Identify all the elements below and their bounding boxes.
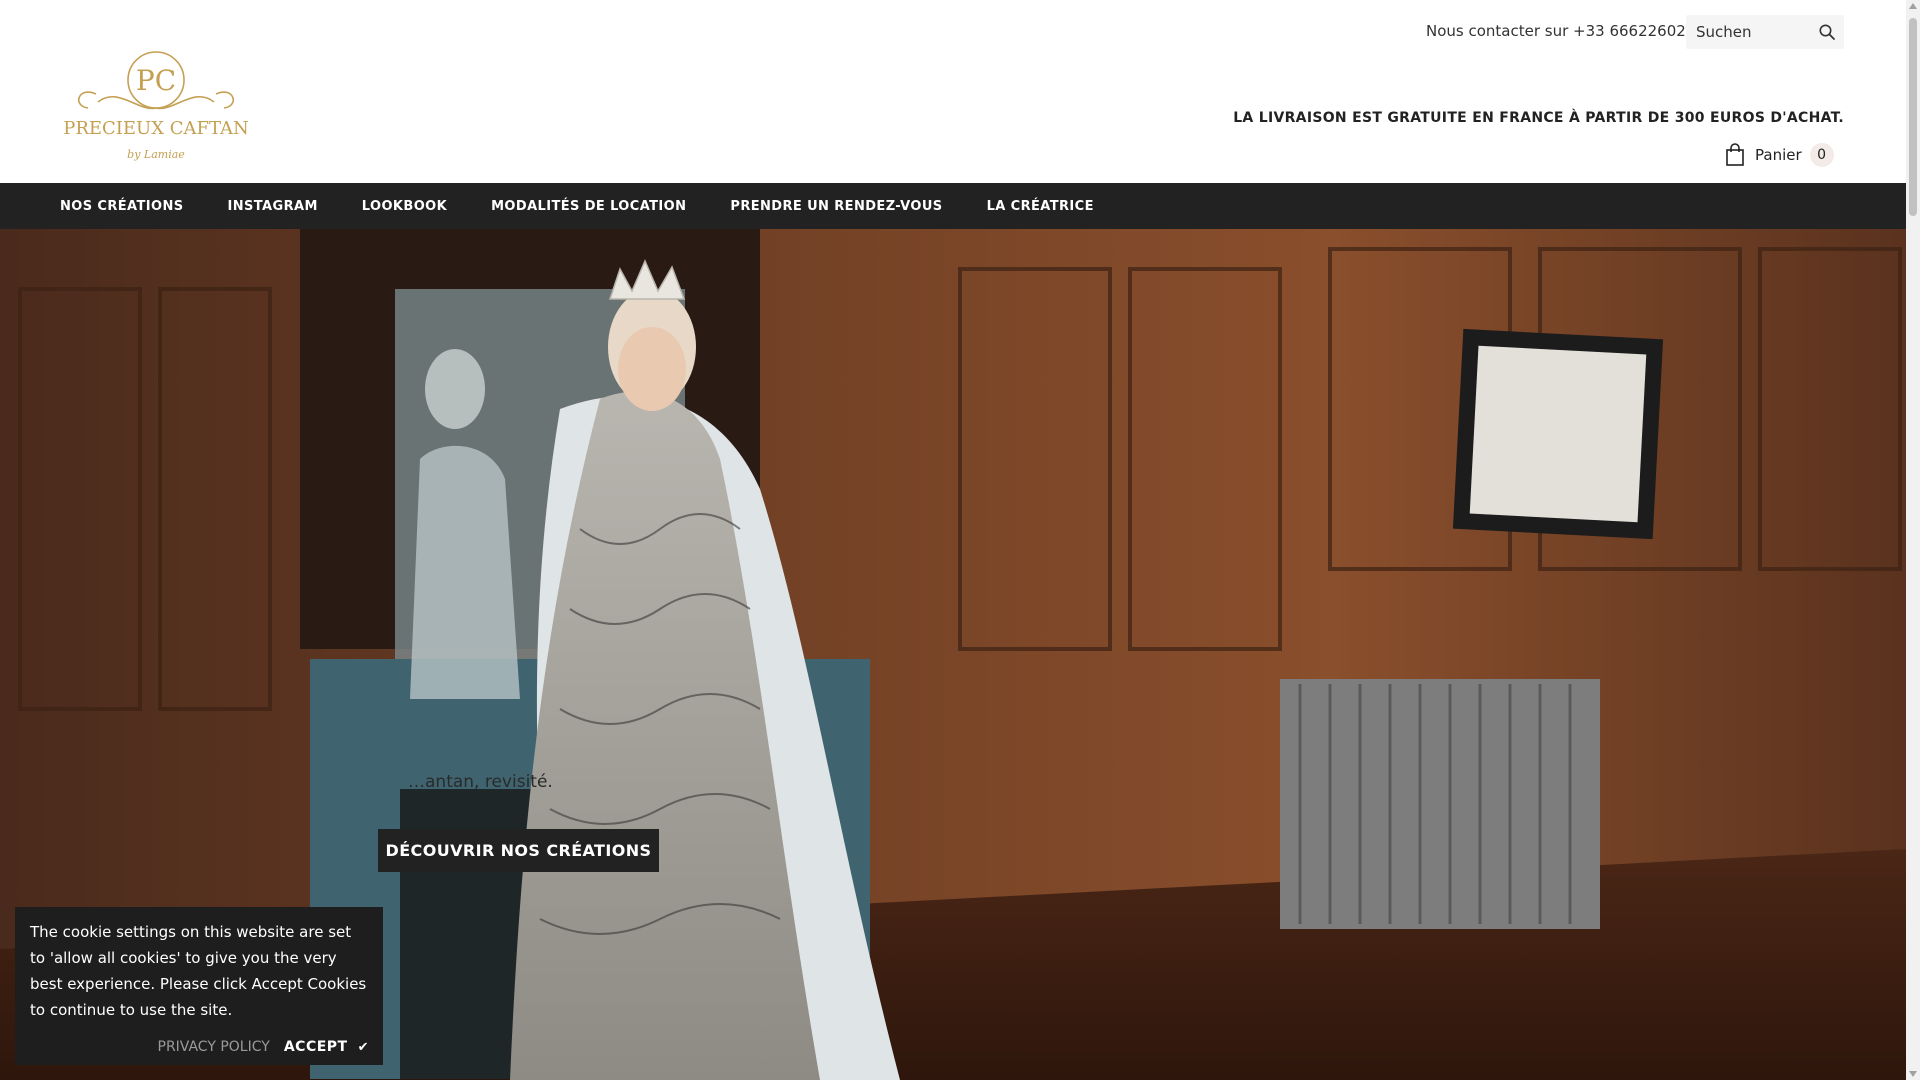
cookie-banner: The cookie settings on this website are … xyxy=(15,907,383,1065)
scroll-up-arrow-icon[interactable] xyxy=(1909,3,1917,9)
main-navigation: NOS CRÉATIONS INSTAGRAM LOOKBOOK MODALIT… xyxy=(0,183,1906,229)
check-icon: ✔ xyxy=(357,1040,369,1055)
cart-link[interactable]: Panier 0 xyxy=(1725,142,1834,168)
cart-label: Panier xyxy=(1755,146,1802,164)
scrollbar-thumb[interactable] xyxy=(1909,18,1917,216)
hero-tagline: …antan, revisité. xyxy=(408,772,553,792)
nav-item-prendre-un-rendez-vous[interactable]: PRENDRE UN RENDEZ-VOUS xyxy=(730,199,942,214)
logo-name: PRECIEUX CAFTAN xyxy=(63,118,249,139)
search-box xyxy=(1686,15,1844,49)
scroll-down-arrow-icon[interactable] xyxy=(1909,1071,1917,1077)
brand-logo[interactable]: PC PRECIEUX CAFTAN by Lamiae xyxy=(58,46,254,170)
nav-item-modalites-de-location[interactable]: MODALITÉS DE LOCATION xyxy=(491,199,686,214)
shopping-bag-icon xyxy=(1726,143,1744,166)
logo-monogram: PC xyxy=(136,64,176,97)
nav-item-nos-creations[interactable]: NOS CRÉATIONS xyxy=(60,199,184,214)
accept-label: ACCEPT xyxy=(283,1039,348,1055)
discover-creations-button[interactable]: DÉCOUVRIR NOS CRÉATIONS xyxy=(378,829,659,872)
nav-item-lookbook[interactable]: LOOKBOOK xyxy=(362,199,447,214)
search-icon[interactable] xyxy=(1818,23,1836,41)
site-header: PC PRECIEUX CAFTAN by Lamiae Nous contac… xyxy=(0,0,1906,183)
shipping-notice: LA LIVRAISON EST GRATUITE EN FRANCE À PA… xyxy=(1233,110,1844,126)
search-input[interactable] xyxy=(1696,22,1811,42)
contact-text: Nous contacter sur +33 666226020 xyxy=(1426,22,1696,40)
nav-item-la-creatrice[interactable]: LA CRÉATRICE xyxy=(987,199,1094,214)
cookie-message: The cookie settings on this website are … xyxy=(30,923,367,1019)
nav-item-instagram[interactable]: INSTAGRAM xyxy=(228,199,318,214)
logo-sub: by Lamiae xyxy=(127,148,185,161)
privacy-policy-link[interactable]: PRIVACY POLICY xyxy=(158,1039,270,1055)
accept-cookies-button[interactable]: ACCEPT ✔ xyxy=(284,1039,369,1055)
page-scrollbar[interactable] xyxy=(1906,0,1920,1080)
cookie-actions: PRIVACY POLICY ACCEPT ✔ xyxy=(158,1039,370,1055)
cart-count-badge: 0 xyxy=(1809,143,1834,167)
